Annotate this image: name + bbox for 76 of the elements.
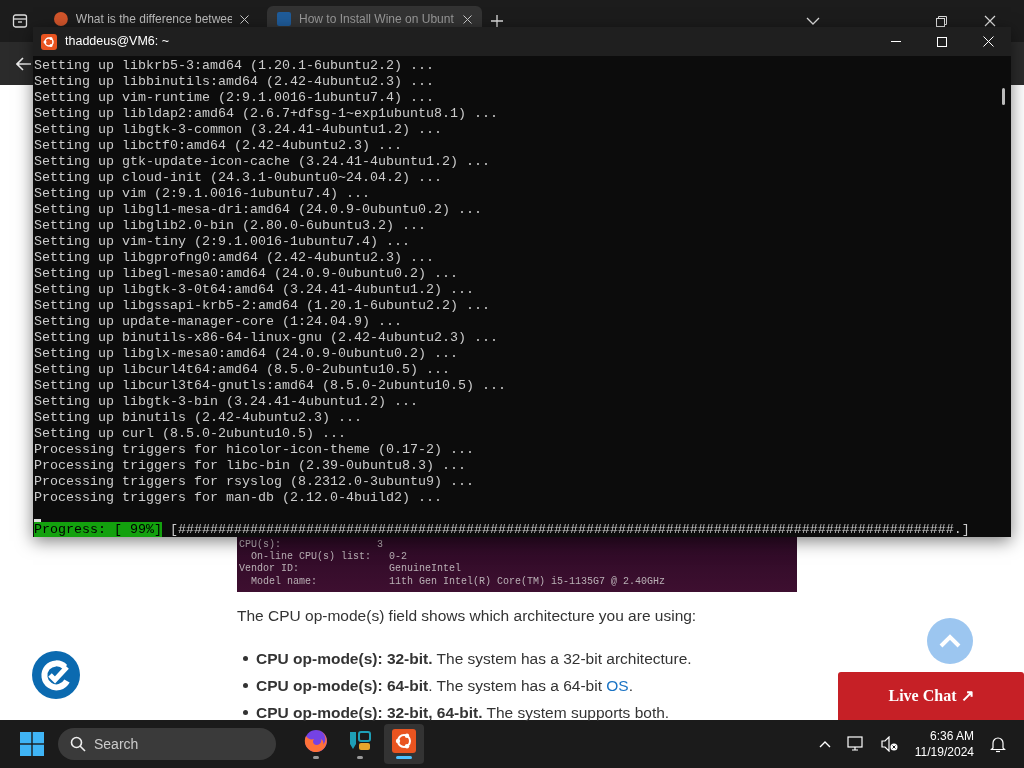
terminal-line: Setting up gtk-update-icon-cache (3.24.41-4ubuntu1.2) ... xyxy=(34,154,490,170)
site-favicon-icon xyxy=(54,11,68,26)
close-tab-icon[interactable] xyxy=(240,14,249,24)
list-item-text: CPU op-mode(s): 32-bit. The system has a 32-bit architecture. xyxy=(256,649,692,670)
terminal-line: Setting up libkrb5-3:amd64 (1.20.1-6ubuntu2.2) ... xyxy=(34,58,434,74)
ubuntu-icon xyxy=(41,33,57,50)
clock-time[interactable]: 6:36 AM xyxy=(914,728,974,744)
chevron-up-icon[interactable] xyxy=(818,740,831,748)
minimize-icon xyxy=(891,40,901,43)
terminal-line: Setting up binutils-x86-64-linux-gnu (2.42-4ubuntu2.3) ... xyxy=(34,330,498,346)
terminal-line: Setting up vim-runtime (2:9.1.0016-1ubuntu7.4) ... xyxy=(34,90,434,106)
page-favicon-icon xyxy=(277,11,291,26)
bullet-icon xyxy=(243,656,248,662)
terminal-line: Setting up libgtk-3-0t64:amd64 (3.24.41-4ubuntu1.2) ... xyxy=(34,282,474,298)
terminal-line: Setting up libgssapi-krb5-2:amd64 (1.20.1-6ubuntu2.2) ... xyxy=(34,298,490,314)
bullet-icon xyxy=(243,683,248,689)
network-icon[interactable] xyxy=(846,736,865,752)
terminal-line: Setting up vim-tiny (2:9.1.0016-1ubuntu7.4) ... xyxy=(34,234,410,250)
firefox-icon xyxy=(304,729,328,753)
close-icon[interactable] xyxy=(984,15,996,27)
scrollbar-thumb[interactable] xyxy=(1002,88,1005,105)
terminal-line: Setting up libbinutils:amd64 (2.42-4ubuntu2.3) ... xyxy=(34,74,434,90)
progress-bar-text: [#################################################################################################.] xyxy=(170,522,970,537)
figure-line: Vendor ID: GenuineIntel xyxy=(239,563,463,576)
link[interactable]: OS xyxy=(606,677,629,695)
terminal-line: Processing triggers for libc-bin (2.39-0ubuntu8.3) ... xyxy=(34,458,466,474)
terminal-line: Setting up libctf0:amd64 (2.42-4ubuntu2.3) ... xyxy=(34,138,402,154)
notification-bell-icon[interactable] xyxy=(990,735,1006,753)
clock-date[interactable]: 11/19/2024 xyxy=(914,744,974,760)
terminal-line: Setting up update-manager-core (1:24.04.9) ... xyxy=(34,314,402,330)
terminal-line: Processing triggers for rsyslog (8.2312.0-3ubuntu9) ... xyxy=(34,474,474,490)
chevron-up-icon xyxy=(939,634,961,648)
maximize-icon xyxy=(937,36,947,47)
figure-line: Model name: 11th Gen Intel(R) Core(TM) i5-1135G7 @ 2.40GHz xyxy=(250,575,667,588)
window-title: thaddeus@VM6: ~ xyxy=(65,33,170,51)
terminal-line: Setting up vim (2:9.1.0016-1ubuntu7.4) ... xyxy=(34,186,370,202)
editor-icon xyxy=(348,729,372,753)
terminal-line: Setting up libgprofng0:amd64 (2.42-4ubuntu2.3) ... xyxy=(34,250,434,266)
terminal-line: Setting up libcurl4t64:amd64 (8.5.0-2ubuntu10.5) ... xyxy=(34,362,450,378)
terminal-line: Setting up libgl1-mesa-dri:amd64 (24.0.9-0ubuntu0.2) ... xyxy=(34,202,482,218)
speaker-muted-icon[interactable] xyxy=(880,736,899,752)
list-item-text: CPU op-mode(s): 64-bit. The system has a 64-bit OS. xyxy=(256,676,633,697)
terminal-line: Setting up libldap2:amd64 (2.6.7+dfsg-1~exp1ubuntu8.1) ... xyxy=(34,106,498,122)
terminal-line: Setting up libcurl3t64-gnutls:amd64 (8.5.0-2ubuntu10.5) ... xyxy=(34,378,506,394)
list-item-text: CPU op-mode(s): 32-bit, 64-bit. The system supports both. xyxy=(256,703,670,724)
chevron-down-icon[interactable] xyxy=(806,17,820,25)
terminal-line: Setting up libglib2.0-bin (2.80.0-6ubuntu3.2) ... xyxy=(34,218,426,234)
back-arrow-icon[interactable] xyxy=(16,56,32,71)
tab-actions-icon[interactable] xyxy=(12,13,28,29)
terminal-line: Setting up binutils (2.42-4ubuntu2.3) ... xyxy=(34,410,362,426)
close-icon xyxy=(982,36,994,47)
paragraph: The CPU op-mode(s) field shows which architecture you are using: xyxy=(237,606,698,626)
taskbar-app-button[interactable] xyxy=(384,724,424,764)
live-chat-button[interactable]: Live Chat ↗ xyxy=(838,672,1024,720)
search-icon xyxy=(70,736,86,752)
search-field[interactable]: Search xyxy=(58,728,276,760)
terminal-line: Setting up libegl-mesa0:amd64 (24.0.9-0ubuntu0.2) ... xyxy=(34,266,458,282)
terminal-line: Processing triggers for hicolor-icon-theme (0.17-2) ... xyxy=(34,442,474,458)
site-logo-icon xyxy=(31,650,81,700)
ubuntu-icon xyxy=(392,729,416,753)
close-tab-icon[interactable] xyxy=(463,14,472,24)
terminal-line: Setting up cloud-init (24.3.1-0ubuntu0~24.04.2) ... xyxy=(34,170,442,186)
progress-label: Progress: [ 99%] xyxy=(34,522,162,537)
restore-icon[interactable] xyxy=(936,15,947,27)
terminal-line: Setting up curl (8.5.0-2ubuntu10.5) ... xyxy=(34,426,346,442)
new-tab-icon[interactable] xyxy=(490,14,504,28)
start-icon[interactable] xyxy=(20,732,44,756)
browser-tab[interactable]: How to Install Wine on Ubunt xyxy=(267,6,482,27)
figure-line: On-line CPU(s) list: 0-2 xyxy=(250,551,409,563)
terminal-line: Setting up libglx-mesa0:amd64 (24.0.9-0ubuntu0.2) ... xyxy=(34,346,458,362)
text-cursor xyxy=(34,519,41,522)
terminal-line: Setting up libgtk-3-common (3.24.41-4ubuntu1.2) ... xyxy=(34,122,442,138)
terminal-line: Setting up libgtk-3-bin (3.24.41-4ubuntu1.2) ... xyxy=(34,394,418,410)
figure-line: CPU(s): 3 xyxy=(239,539,385,551)
terminal-line: Processing triggers for man-db (2.12.0-4build2) ... xyxy=(34,490,442,506)
bullet-icon xyxy=(243,710,248,716)
